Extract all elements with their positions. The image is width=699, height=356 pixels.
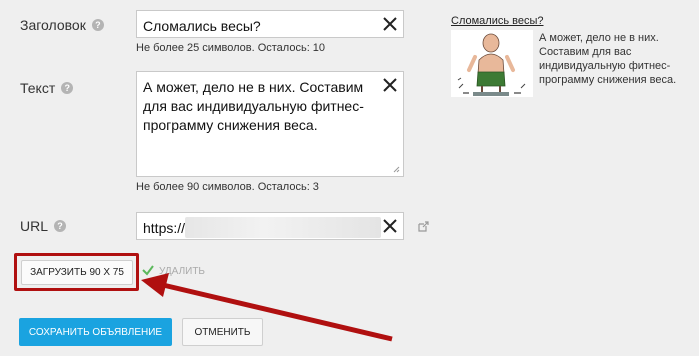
title-label-text: Заголовок <box>20 17 86 33</box>
title-input-value: Сломались весы? <box>143 18 261 34</box>
save-ad-button[interactable]: СОХРАНИТЬ ОБЪЯВЛЕНИЕ <box>19 318 172 346</box>
url-input[interactable]: https:// <box>136 212 404 240</box>
title-label: Заголовок ? <box>20 17 104 33</box>
url-label-text: URL <box>20 218 49 234</box>
help-icon[interactable]: ? <box>91 19 104 31</box>
annotation-arrow <box>141 273 393 342</box>
clear-icon[interactable] <box>381 217 399 235</box>
preview-title[interactable]: Сломались весы? <box>451 15 544 27</box>
url-redacted <box>185 217 381 238</box>
help-icon[interactable]: ? <box>61 82 74 94</box>
clear-icon[interactable] <box>381 15 399 33</box>
text-textarea-input[interactable]: А может, дело не в них. Составим для вас… <box>137 72 403 176</box>
title-input[interactable]: Сломались весы? <box>136 10 404 38</box>
text-textarea[interactable]: А может, дело не в них. Составим для вас… <box>136 71 404 177</box>
preview-image <box>451 30 533 97</box>
text-hint: Не более 90 символов. Осталось: 3 <box>136 181 319 193</box>
title-hint: Не более 25 символов. Осталось: 10 <box>136 42 326 54</box>
cancel-button[interactable]: ОТМЕНИТЬ <box>182 318 263 346</box>
man-on-scale-icon <box>457 33 526 96</box>
text-label: Текст ? <box>20 80 74 96</box>
resize-handle-icon[interactable] <box>393 166 400 173</box>
help-icon[interactable]: ? <box>54 220 67 232</box>
external-link-icon[interactable] <box>418 221 429 232</box>
text-label-text: Текст <box>20 80 56 96</box>
url-input-value: https:// <box>143 220 186 236</box>
preview-text: А может, дело не в них. Составим для вас… <box>539 32 677 86</box>
annotation-highlight-box <box>14 253 139 291</box>
clear-icon[interactable] <box>381 76 399 94</box>
url-label: URL ? <box>20 218 67 234</box>
